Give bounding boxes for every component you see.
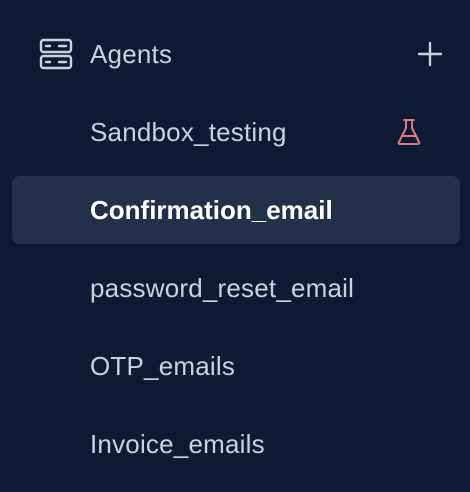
agent-item-otp-emails[interactable]: OTP_emails — [12, 332, 460, 400]
agents-title: Agents — [90, 39, 173, 69]
flask-icon — [396, 118, 422, 146]
agents-sidebar: Agents Sandbox_testing Confirmation_emai… — [0, 0, 470, 492]
agents-section-header: Agents — [0, 22, 470, 86]
agent-item-label: Invoice_emails — [90, 429, 265, 459]
add-agent-button[interactable] — [414, 38, 446, 70]
agent-item-label: password_reset_email — [90, 273, 355, 303]
agent-item-label: OTP_emails — [90, 351, 236, 381]
agent-item-confirmation-email[interactable]: Confirmation_email — [12, 176, 460, 244]
agent-item-sandbox-testing[interactable]: Sandbox_testing — [12, 98, 460, 166]
agent-item-password-reset-email[interactable]: password_reset_email — [12, 254, 460, 322]
server-icon — [39, 37, 73, 71]
agent-item-label: Confirmation_email — [90, 195, 333, 225]
agent-item-invoice-emails[interactable]: Invoice_emails — [12, 410, 460, 478]
agent-item-label: Sandbox_testing — [90, 117, 287, 147]
plus-icon — [417, 41, 443, 67]
